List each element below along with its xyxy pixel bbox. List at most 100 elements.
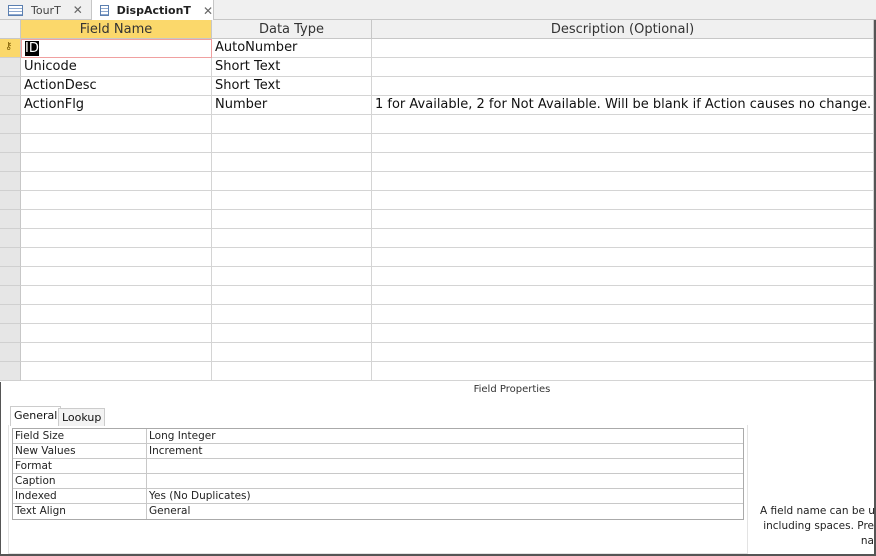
field-name-cell[interactable] — [21, 153, 212, 172]
row-selector[interactable] — [0, 305, 21, 324]
field-row[interactable]: Unicode Short Text — [0, 58, 874, 77]
empty-row[interactable] — [0, 229, 874, 248]
field-name-cell[interactable] — [21, 229, 212, 248]
description-cell[interactable] — [372, 305, 874, 324]
description-cell[interactable] — [372, 362, 874, 381]
data-type-cell[interactable] — [212, 267, 372, 286]
empty-row[interactable] — [0, 305, 874, 324]
data-type-cell[interactable] — [212, 362, 372, 381]
row-selector[interactable] — [0, 191, 21, 210]
empty-row[interactable] — [0, 286, 874, 305]
row-selector[interactable] — [0, 229, 21, 248]
description-cell[interactable] — [372, 39, 874, 58]
data-type-cell[interactable] — [212, 210, 372, 229]
field-row[interactable]: ActionDesc Short Text — [0, 77, 874, 96]
description-cell[interactable] — [372, 172, 874, 191]
data-type-cell[interactable] — [212, 343, 372, 362]
data-type-cell[interactable] — [212, 134, 372, 153]
row-selector[interactable]: ⚷ — [0, 39, 21, 58]
property-row[interactable]: Caption — [13, 474, 743, 489]
data-type-cell[interactable]: Number — [212, 96, 372, 115]
empty-row[interactable] — [0, 343, 874, 362]
description-cell[interactable] — [372, 77, 874, 96]
data-type-cell[interactable] — [212, 305, 372, 324]
column-header-field-name[interactable]: Field Name — [21, 20, 212, 39]
field-name-cell[interactable] — [21, 286, 212, 305]
description-cell[interactable] — [372, 210, 874, 229]
row-selector[interactable] — [0, 286, 21, 305]
property-row[interactable]: Text Align General — [13, 504, 743, 519]
tab-dispactiont[interactable]: DispActionT ✕ — [92, 0, 214, 21]
field-row[interactable]: ActionFlg Number 1 for Available, 2 for No… — [0, 96, 874, 115]
empty-row[interactable] — [0, 191, 874, 210]
tab-tourt[interactable]: TourT ✕ — [0, 0, 92, 20]
row-selector[interactable] — [0, 134, 21, 153]
row-selector[interactable] — [0, 248, 21, 267]
field-name-cell[interactable] — [21, 324, 212, 343]
description-cell[interactable] — [372, 134, 874, 153]
description-cell[interactable] — [372, 267, 874, 286]
property-value[interactable] — [147, 459, 743, 473]
description-cell[interactable] — [372, 343, 874, 362]
data-type-cell[interactable]: Short Text — [212, 77, 372, 96]
data-type-cell[interactable] — [212, 191, 372, 210]
empty-row[interactable] — [0, 248, 874, 267]
property-value[interactable]: Long Integer — [147, 429, 743, 443]
row-selector[interactable] — [0, 324, 21, 343]
data-type-cell[interactable] — [212, 229, 372, 248]
field-name-cell[interactable] — [21, 267, 212, 286]
property-row[interactable]: New Values Increment — [13, 444, 743, 459]
description-cell[interactable] — [372, 58, 874, 77]
empty-row[interactable] — [0, 115, 874, 134]
field-name-cell[interactable]: Unicode — [21, 58, 212, 77]
property-value[interactable]: Yes (No Duplicates) — [147, 489, 743, 503]
close-icon[interactable]: ✕ — [73, 3, 83, 17]
empty-row[interactable] — [0, 362, 874, 381]
data-type-cell[interactable]: Short Text — [212, 58, 372, 77]
row-selector[interactable] — [0, 172, 21, 191]
field-name-cell[interactable]: ActionFlg — [21, 96, 212, 115]
description-cell[interactable] — [372, 324, 874, 343]
row-selector[interactable] — [0, 96, 21, 115]
data-type-cell[interactable]: AutoNumber — [212, 39, 372, 58]
field-name-cell[interactable] — [21, 305, 212, 324]
description-cell[interactable] — [372, 229, 874, 248]
field-name-cell[interactable] — [21, 362, 212, 381]
data-type-cell[interactable] — [212, 172, 372, 191]
description-cell[interactable] — [372, 286, 874, 305]
empty-row[interactable] — [0, 324, 874, 343]
description-cell[interactable] — [372, 153, 874, 172]
row-selector[interactable] — [0, 362, 21, 381]
column-header-description[interactable]: Description (Optional) — [372, 20, 874, 39]
empty-row[interactable] — [0, 210, 874, 229]
description-cell[interactable] — [372, 248, 874, 267]
property-value[interactable] — [147, 474, 743, 488]
description-cell[interactable]: 1 for Available, 2 for Not Available. Wi… — [372, 96, 874, 115]
property-value[interactable]: General — [147, 504, 743, 519]
data-type-cell[interactable] — [212, 153, 372, 172]
description-cell[interactable] — [372, 191, 874, 210]
empty-row[interactable] — [0, 153, 874, 172]
close-icon[interactable]: ✕ — [203, 4, 213, 18]
row-selector[interactable] — [0, 115, 21, 134]
field-name-cell[interactable] — [21, 343, 212, 362]
empty-row[interactable] — [0, 267, 874, 286]
field-name-cell[interactable] — [21, 210, 212, 229]
field-name-cell[interactable]: ID — [21, 39, 212, 58]
data-type-cell[interactable] — [212, 324, 372, 343]
column-header-data-type[interactable]: Data Type — [212, 20, 372, 39]
tab-lookup[interactable]: Lookup — [58, 408, 106, 426]
empty-row[interactable] — [0, 172, 874, 191]
property-row[interactable]: Format — [13, 459, 743, 474]
property-value[interactable]: Increment — [147, 444, 743, 458]
field-name-cell[interactable]: ActionDesc — [21, 77, 212, 96]
empty-row[interactable] — [0, 134, 874, 153]
row-selector[interactable] — [0, 210, 21, 229]
field-name-cell[interactable] — [21, 115, 212, 134]
data-type-cell[interactable] — [212, 248, 372, 267]
row-selector[interactable] — [0, 58, 21, 77]
select-all[interactable] — [0, 20, 21, 39]
property-row[interactable]: Indexed Yes (No Duplicates) — [13, 489, 743, 504]
row-selector[interactable] — [0, 343, 21, 362]
tab-general[interactable]: General — [10, 406, 62, 426]
